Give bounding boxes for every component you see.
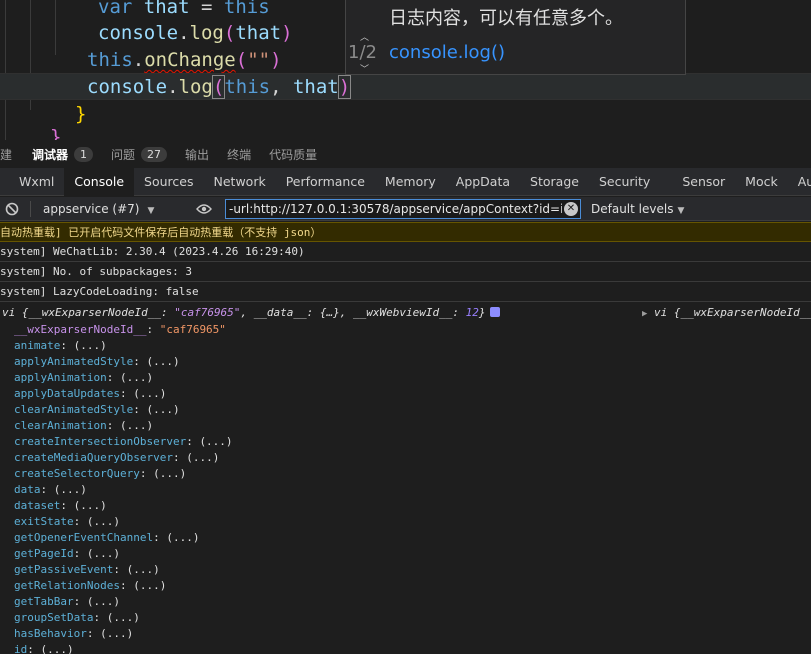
tab-code-quality[interactable]: 代码质量: [269, 140, 317, 168]
tab-sensor[interactable]: Sensor: [672, 168, 735, 196]
block-icon: [5, 202, 19, 215]
code-line-5: }: [75, 103, 87, 125]
console-message: system] LazyCodeLoading: false: [0, 282, 811, 302]
object-property[interactable]: getOpenerEventChannel: (...): [0, 530, 811, 546]
tab-sources[interactable]: Sources: [134, 168, 203, 196]
dropdown-arrow-icon: ▼: [147, 205, 155, 216]
dropdown-arrow-icon: ▼: [677, 205, 685, 216]
console-message: system] No. of subpackages: 3: [0, 262, 811, 282]
object-property[interactable]: getPassiveEvent: (...): [0, 562, 811, 578]
object-property[interactable]: getTabBar: (...): [0, 594, 811, 610]
object-property[interactable]: data: (...): [0, 482, 811, 498]
parameter-hint-popup: ︿ 1/2 ﹀ 日志内容，可以有任意多个。 console.log(): [345, 0, 686, 75]
devtools-tab-bar: Wxml Console Sources Network Performance…: [0, 167, 811, 196]
object-property-own: __wxExparserNodeId__: "caf76965": [14, 323, 226, 336]
object-property[interactable]: applyAnimation: (...): [0, 370, 811, 386]
object-property-list: animate: (...) applyAnimatedStyle: (...) a…: [0, 338, 811, 654]
tab-appdata[interactable]: AppData: [446, 168, 520, 196]
problems-count-badge: 27: [141, 146, 168, 162]
hint-signature: console.log(): [389, 42, 505, 63]
code-line-2: console.log(that): [98, 22, 293, 44]
log-levels-dropdown[interactable]: Default levels ▼: [591, 202, 684, 216]
hint-documentation: 日志内容，可以有任意多个。: [389, 8, 623, 29]
tab-terminal[interactable]: 终端: [227, 140, 251, 168]
tab-audits[interactable]: Audits: [788, 168, 811, 196]
chevron-down-icon[interactable]: ﹀: [360, 62, 369, 75]
object-property[interactable]: clearAnimation: (...): [0, 418, 811, 434]
object-property[interactable]: groupSetData: (...): [0, 610, 811, 626]
eye-icon: [196, 203, 212, 214]
live-expression-button[interactable]: [195, 200, 213, 218]
code-line-1: var that = this: [98, 0, 270, 18]
console-toolbar: appservice (#7) ▼ -url:http://127.0.0.1:3…: [0, 197, 811, 221]
clear-console-button[interactable]: [4, 201, 20, 217]
overload-switcher[interactable]: ︿ 1/2 ﹀: [346, 0, 386, 75]
object-property[interactable]: hasBehavior: (...): [0, 626, 811, 642]
object-property[interactable]: id: (...): [0, 642, 811, 654]
object-property[interactable]: dataset: (...): [0, 498, 811, 514]
second-object-log[interactable]: ▶ vi {__wxExparserNodeId__: [642, 304, 811, 323]
expand-triangle-icon[interactable]: ▶: [642, 309, 647, 319]
tab-build[interactable]: 建: [0, 140, 12, 168]
tab-mock[interactable]: Mock: [735, 168, 788, 196]
tab-console[interactable]: Console: [64, 167, 135, 196]
code-line-4-current: console.log(this, that): [0, 73, 811, 100]
debugger-count-badge: 1: [74, 146, 94, 162]
console-message-warning: 自动热重载] 已开启代码文件保存后自动热重载（不支持 json）: [0, 222, 811, 242]
object-property[interactable]: clearAnimatedStyle: (...): [0, 402, 811, 418]
console-messages[interactable]: 自动热重载] 已开启代码文件保存后自动热重载（不支持 json） system]…: [0, 222, 811, 654]
tab-network[interactable]: Network: [204, 168, 276, 196]
tab-output[interactable]: 输出: [185, 140, 209, 168]
tab-storage[interactable]: Storage: [520, 168, 589, 196]
filter-value: -url:http://127.0.0.1:30578/appservice/a…: [229, 201, 562, 216]
tab-security[interactable]: Security: [589, 168, 660, 196]
object-property[interactable]: getRelationNodes: (...): [0, 578, 811, 594]
info-icon[interactable]: [489, 307, 500, 317]
overload-counter: 1/2: [348, 42, 377, 63]
object-property[interactable]: applyAnimatedStyle: (...): [0, 354, 811, 370]
object-log-header[interactable]: vi {__wxExparserNodeId__: "caf76965", __…: [0, 304, 811, 322]
object-property[interactable]: animate: (...): [0, 338, 811, 354]
console-filter-input[interactable]: -url:http://127.0.0.1:30578/appservice/a…: [225, 198, 581, 219]
object-property[interactable]: applyDataUpdates: (...): [0, 386, 811, 402]
indent-guide: [5, 0, 6, 140]
object-property[interactable]: exitState: (...): [0, 514, 811, 530]
object-property[interactable]: createMediaQueryObserver: (...): [0, 450, 811, 466]
tab-problems[interactable]: 问题 27: [111, 140, 168, 168]
clear-filter-icon[interactable]: ✕: [564, 201, 578, 216]
code-line-3: this.onChange(""): [87, 49, 282, 71]
toolbar-divider: [30, 200, 31, 217]
tab-memory[interactable]: Memory: [375, 168, 446, 196]
object-property[interactable]: createSelectorQuery: (...): [0, 466, 811, 482]
object-property[interactable]: createIntersectionObserver: (...): [0, 434, 811, 450]
context-selector[interactable]: appservice (#7) ▼: [43, 202, 183, 216]
indent-guide: [55, 0, 56, 55]
tab-wxml[interactable]: Wxml: [9, 168, 64, 196]
object-property[interactable]: getPageId: (...): [0, 546, 811, 562]
code-editor[interactable]: var that = this console.log(that) this.o…: [0, 0, 811, 140]
tab-debugger[interactable]: 调试器 1: [32, 140, 94, 168]
tab-performance[interactable]: Performance: [276, 168, 375, 196]
panel-tab-bar: 建 调试器 1 问题 27 输出 终端 代码质量: [0, 140, 811, 168]
console-message: system] WeChatLib: 2.30.4 (2023.4.26 16:…: [0, 242, 811, 262]
code-line-6: }: [50, 126, 62, 140]
